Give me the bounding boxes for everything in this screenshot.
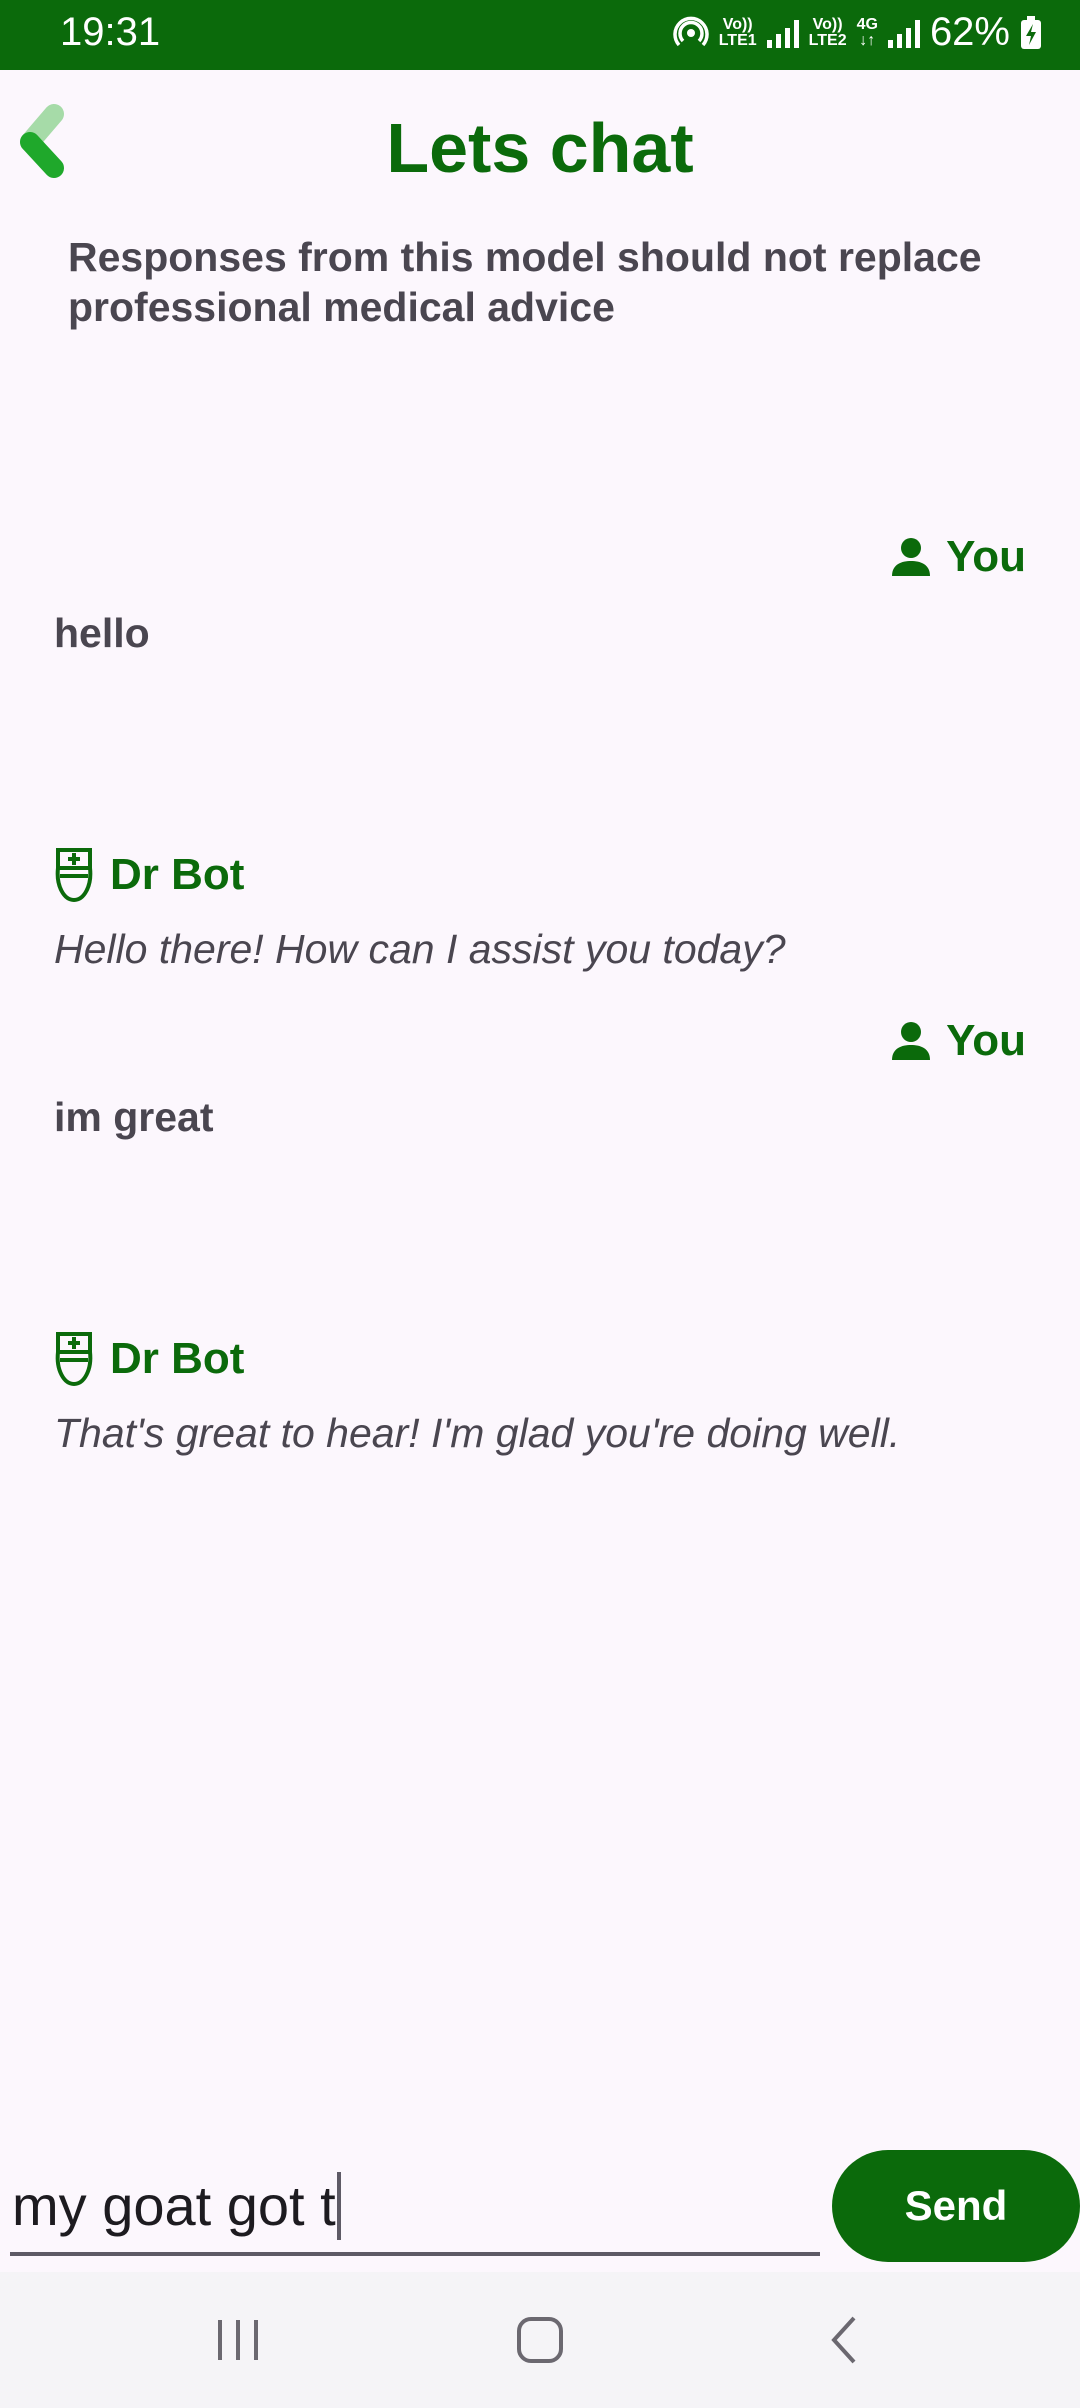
sender-label: Dr Bot [110, 850, 245, 899]
page-title: Lets chat [386, 109, 694, 187]
signal-2-icon [887, 18, 920, 48]
person-icon [892, 538, 931, 576]
user-message-text: hello [54, 610, 150, 656]
recents-button[interactable] [168, 2272, 308, 2408]
network-type-label: 4G ↓↑ [856, 15, 878, 49]
send-button[interactable]: Send [832, 2150, 1080, 2262]
message-input-value: my goat got t [12, 2174, 336, 2237]
sender-label: You [946, 532, 1026, 581]
user-message-header: You [890, 532, 1026, 582]
sender-label: Dr Bot [110, 1334, 245, 1383]
message-input[interactable]: my goat got t [10, 2160, 820, 2256]
network-1-label: Vo)) LTE1 [718, 15, 757, 49]
user-message-text: im great [54, 1094, 214, 1140]
signal-1-icon [766, 18, 799, 48]
home-button[interactable] [470, 2272, 610, 2408]
bot-message-text: That's great to hear! I'm glad you're do… [54, 1410, 901, 1456]
battery-charging-icon [1021, 15, 1041, 49]
network-2-label: Vo)) LTE2 [808, 15, 847, 49]
nurse-icon [55, 848, 93, 903]
bot-message-header: Dr Bot [52, 846, 244, 904]
battery-percent: 62% [929, 10, 1010, 54]
chat-screen: 19:31 Vo)) LTE1 Vo)) LTE2 4G ↓↑ 62% Lets… [0, 0, 1080, 2408]
status-bar: 19:31 Vo)) LTE1 Vo)) LTE2 4G ↓↑ 62% [0, 0, 1080, 70]
text-cursor [336, 2172, 341, 2241]
disclaimer-text: Responses from this model should not rep… [68, 234, 982, 330]
nurse-icon [55, 1332, 93, 1387]
user-message-header: You [890, 1016, 1026, 1066]
home-icon [517, 2317, 563, 2363]
person-icon [892, 1022, 931, 1060]
status-time: 19:31 [60, 10, 161, 54]
nav-back-button[interactable] [774, 2272, 914, 2408]
recents-icon [218, 2320, 258, 2360]
status-icons: Vo)) LTE1 Vo)) LTE2 4G ↓↑ 62% [673, 10, 1042, 55]
bot-message-header: Dr Bot [52, 1330, 244, 1388]
hotspot-icon [673, 16, 709, 46]
sender-label: You [946, 1016, 1026, 1065]
bot-message-text: Hello there! How can I assist you today? [54, 926, 786, 972]
back-icon [831, 2316, 856, 2364]
system-nav-bar [0, 2272, 1080, 2408]
